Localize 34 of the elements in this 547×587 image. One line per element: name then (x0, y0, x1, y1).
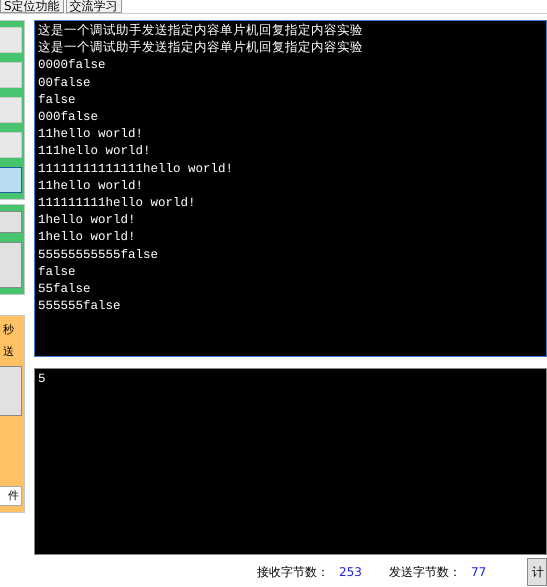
received-line: 1hello world! (38, 212, 137, 230)
count-button[interactable]: 计 (527, 558, 547, 586)
received-line: 55555555555false (38, 246, 160, 264)
received-line: 这是一个调试助手发送指定内容单片机回复指定内容实验 (38, 40, 364, 58)
received-count: 253 (339, 565, 363, 579)
send-text: 5 (38, 371, 47, 388)
receive-text-area[interactable] (34, 20, 547, 357)
received-line: 11111111111111hello world! (38, 160, 234, 178)
tab[interactable]: 交流学习 (66, 0, 122, 13)
button[interactable] (0, 211, 22, 233)
received-line: 0000false (38, 57, 107, 74)
button[interactable] (0, 366, 22, 416)
received-line: false (38, 92, 77, 109)
received-line: 555555false (38, 298, 122, 316)
received-line: 111hello world! (38, 143, 152, 160)
input-field[interactable]: 件 (0, 486, 22, 506)
button[interactable] (0, 242, 22, 288)
received-label: 接收字节数： (257, 564, 329, 580)
received-line: false (38, 264, 77, 281)
label: 送 (2, 344, 15, 360)
tab[interactable]: S定位功能 (0, 0, 64, 13)
label: 秒 (2, 322, 15, 338)
sent-label: 发送字节数： (389, 564, 461, 580)
received-line: 55false (38, 281, 92, 298)
received-line: 111111111hello world! (38, 195, 197, 212)
input-field[interactable] (0, 167, 22, 193)
received-line: 1hello world! (38, 229, 137, 246)
send-text-area[interactable]: 5 (34, 368, 547, 555)
sent-count: 77 (471, 565, 488, 579)
received-line: 11hello world! (38, 126, 144, 144)
received-line: 这是一个调试助手发送指定内容单片机回复指定内容实验 (38, 23, 364, 40)
received-line: 00false (38, 74, 92, 92)
received-line: 11hello world! (38, 178, 144, 195)
received-line: 000false (38, 109, 100, 126)
